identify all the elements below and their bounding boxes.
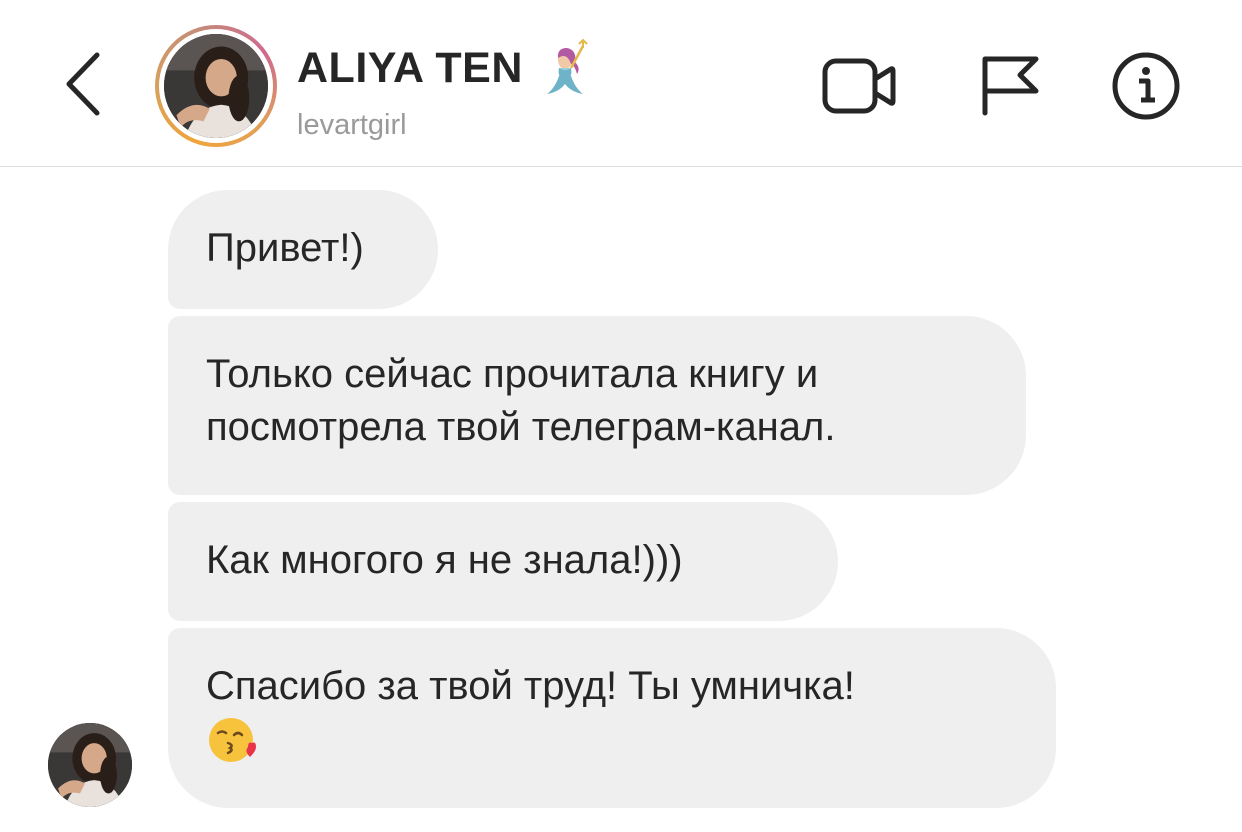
- info-button[interactable]: [1108, 52, 1184, 120]
- message-text: Привет!): [206, 226, 364, 270]
- back-button[interactable]: [58, 48, 108, 120]
- username: levartgirl: [297, 109, 407, 141]
- message-bubble[interactable]: Только сейчас прочитала книгу и посмотре…: [168, 316, 1026, 495]
- message-text: Спасибо за твой труд! Ты умничка!: [206, 664, 855, 708]
- message-text: Как многого я не знала!))): [206, 538, 683, 582]
- message-bubble[interactable]: Привет!): [168, 190, 438, 309]
- info-icon: [1112, 52, 1180, 120]
- display-name: ALIYA TEN: [297, 38, 597, 98]
- message-bubble[interactable]: Как многого я не знала!))): [168, 502, 838, 621]
- video-call-icon: [822, 58, 896, 114]
- display-name-text: ALIYA TEN: [297, 44, 523, 92]
- message-text-line: посмотрела твой телеграм-канал.: [206, 405, 836, 449]
- profile-name-block[interactable]: ALIYA TEN levartgirl: [297, 38, 597, 142]
- profile-avatar-button[interactable]: [155, 25, 277, 147]
- chat-header: ALIYA TEN levartgirl: [0, 0, 1242, 167]
- message-bubble[interactable]: Спасибо за твой труд! Ты умничка!: [168, 628, 1056, 808]
- sender-avatar[interactable]: [48, 723, 132, 807]
- chevron-left-icon: [66, 52, 100, 116]
- flag-icon: [982, 56, 1039, 116]
- video-call-button[interactable]: [821, 55, 897, 117]
- report-button[interactable]: [973, 55, 1049, 117]
- mermaid-emoji-icon: [546, 38, 588, 94]
- kissing-face-with-heart-icon: [209, 718, 256, 763]
- avatar: [164, 34, 268, 138]
- message-text-line: Только сейчас прочитала книгу и: [206, 352, 819, 396]
